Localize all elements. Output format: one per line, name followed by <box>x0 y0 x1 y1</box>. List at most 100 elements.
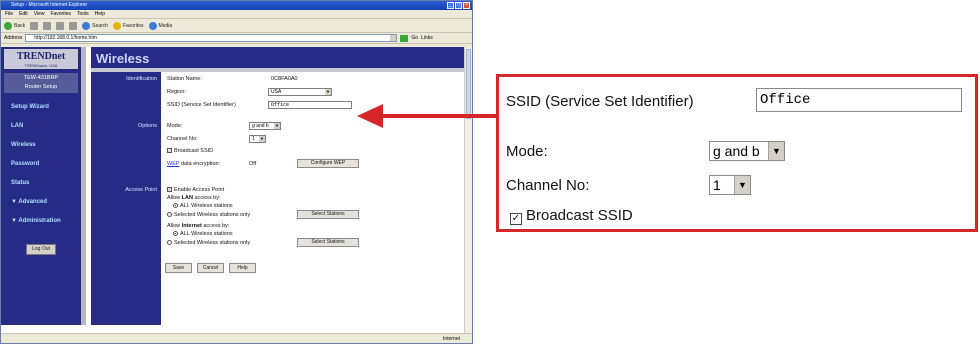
region-select[interactable]: USA ▼ <box>268 88 332 96</box>
zoom-mode-label: Mode: <box>506 143 548 160</box>
home-icon <box>69 21 78 30</box>
menu-view[interactable]: View <box>34 10 45 18</box>
nav-advanced[interactable]: ▼ Advanced <box>1 196 81 215</box>
cancel-button[interactable]: Cancel <box>197 263 224 273</box>
window-title: Setup - Microsoft Internet Explorer <box>11 2 88 8</box>
lan-selected-radio[interactable]: Selected Wireless stations only <box>167 212 250 218</box>
menu-help[interactable]: Help <box>95 10 105 18</box>
stop-icon <box>43 21 52 30</box>
arrow-icon <box>357 104 503 128</box>
ssid-input[interactable]: Office <box>268 101 352 109</box>
menu-tools[interactable]: Tools <box>77 10 89 18</box>
mode-label: Mode: <box>167 123 183 129</box>
go-icon[interactable] <box>400 34 409 42</box>
nav-wireless[interactable]: Wireless <box>1 139 81 158</box>
wep-value: Off <box>249 161 257 167</box>
dropdown-arrow-icon: ▼ <box>259 136 265 142</box>
search-icon <box>82 21 91 30</box>
menu-bar: File Edit View Favorites Tools Help <box>1 10 472 19</box>
model-box: TEW-431BRP Router Setup <box>4 73 78 93</box>
radio-on-icon <box>173 203 178 209</box>
address-bar: Address http://192.168.0.1/home.htm Go L… <box>1 33 472 44</box>
section-options: Options <box>138 123 157 129</box>
radio-off-icon <box>167 212 172 218</box>
nav-setup-wizard[interactable]: Setup Wizard <box>1 101 81 120</box>
zoom-broadcast-ssid-checkbox[interactable]: ✓ Broadcast SSID <box>510 207 633 225</box>
forward-button[interactable] <box>30 21 39 30</box>
links-label[interactable]: Links <box>421 35 433 41</box>
address-label: Address <box>4 35 23 41</box>
maximize-button[interactable]: □ <box>455 2 462 9</box>
mode-select[interactable]: g and b ▼ <box>249 122 281 130</box>
radio-off-icon <box>167 240 172 246</box>
media-button[interactable]: Media <box>148 21 172 30</box>
zoom-ssid-input[interactable]: Office <box>756 88 962 112</box>
save-button[interactable]: Save <box>165 263 192 273</box>
section-label-column: Identification Options Access Point <box>91 72 161 325</box>
address-dropdown-icon[interactable] <box>390 35 397 41</box>
home-button[interactable] <box>69 21 78 30</box>
channel-label: Channel No: <box>167 136 198 142</box>
zoom-callout: SSID (Service Set Identifier) Office Mod… <box>496 74 978 232</box>
title-bar: Setup - Microsoft Internet Explorer _ □ … <box>1 1 472 10</box>
browser-window: Setup - Microsoft Internet Explorer _ □ … <box>0 0 473 344</box>
forward-icon <box>30 21 39 30</box>
stop-button[interactable] <box>43 21 52 30</box>
nav-password[interactable]: Password <box>1 158 81 177</box>
channel-select[interactable]: 1 ▼ <box>249 135 266 143</box>
sidebar: TRENDnet TRENDware, USA TEW-431BRP Route… <box>1 47 86 325</box>
wep-link[interactable]: WEP <box>167 161 179 167</box>
dropdown-arrow-icon: ▼ <box>768 142 784 160</box>
menu-file[interactable]: File <box>5 10 13 18</box>
page-title: Wireless <box>91 47 464 72</box>
logout-button[interactable]: Log Out <box>26 244 56 255</box>
menu-edit[interactable]: Edit <box>19 10 28 18</box>
dropdown-arrow-icon: ▼ <box>325 89 331 95</box>
minimize-button[interactable]: _ <box>447 2 454 9</box>
radio-on-icon <box>173 231 178 237</box>
section-access-point: Access Point <box>125 187 157 193</box>
zoom-channel-select[interactable]: 1 ▼ <box>709 175 751 195</box>
back-button[interactable]: Back <box>4 21 25 30</box>
trendnet-logo: TRENDnet TRENDware, USA <box>4 49 78 69</box>
back-icon <box>4 21 12 30</box>
star-icon <box>112 21 121 30</box>
section-identification: Identification <box>126 76 157 82</box>
address-input[interactable]: http://192.168.0.1/home.htm <box>25 34 398 42</box>
inet-selected-radio[interactable]: Selected Wireless stations only <box>167 240 250 246</box>
nav-administration[interactable]: ▼ Administration <box>1 215 81 234</box>
search-button[interactable]: Search <box>82 21 108 30</box>
zoom-mode-select[interactable]: g and b ▼ <box>709 141 785 161</box>
ssid-label: SSID (Service Set Identifier) <box>167 102 236 108</box>
close-button[interactable]: × <box>463 2 470 9</box>
configure-wep-button[interactable]: Configure WEP <box>297 159 359 168</box>
enable-ap-checkbox[interactable]: ✓ Enable Access Point <box>167 187 224 193</box>
inet-all-radio[interactable]: ALL Wireless stations <box>173 231 233 237</box>
toolbar: Back Search Favorites Media <box>1 19 472 33</box>
allow-lan-label: Allow LAN access by: <box>167 195 221 201</box>
vertical-scrollbar[interactable] <box>464 47 472 335</box>
zoom-ssid-label: SSID (Service Set Identifier) <box>506 93 694 110</box>
dropdown-arrow-icon: ▼ <box>274 123 280 129</box>
help-button[interactable]: Help <box>229 263 256 273</box>
broadcast-ssid-checkbox[interactable]: ✓ Broadcast SSID <box>167 148 213 154</box>
lan-select-stations-button[interactable]: Select Stations <box>297 210 359 219</box>
lan-all-radio[interactable]: ALL Wireless stations <box>173 203 233 209</box>
region-label: Region: <box>167 89 186 95</box>
page-viewport: TRENDnet TRENDware, USA TEW-431BRP Route… <box>1 47 472 335</box>
allow-internet-label: Allow Internet access by: <box>167 223 230 229</box>
menu-favorites[interactable]: Favorites <box>50 10 71 18</box>
station-name-value: 0C8FA0A0 <box>271 76 298 82</box>
nav-lan[interactable]: LAN <box>1 120 81 139</box>
nav-list: Setup Wizard LAN Wireless Password Statu… <box>1 101 81 234</box>
zoom-channel-label: Channel No: <box>506 177 590 194</box>
security-zone: Internet <box>443 336 460 342</box>
nav-status[interactable]: Status <box>1 177 81 196</box>
inet-select-stations-button[interactable]: Select Stations <box>297 238 359 247</box>
station-name-label: Station Name: <box>167 76 202 82</box>
refresh-button[interactable] <box>56 21 65 30</box>
model-name: TEW-431BRP <box>23 75 59 81</box>
go-label[interactable]: Go <box>411 35 418 41</box>
favorites-button[interactable]: Favorites <box>112 21 144 30</box>
checkbox-icon: ✓ <box>510 213 522 225</box>
